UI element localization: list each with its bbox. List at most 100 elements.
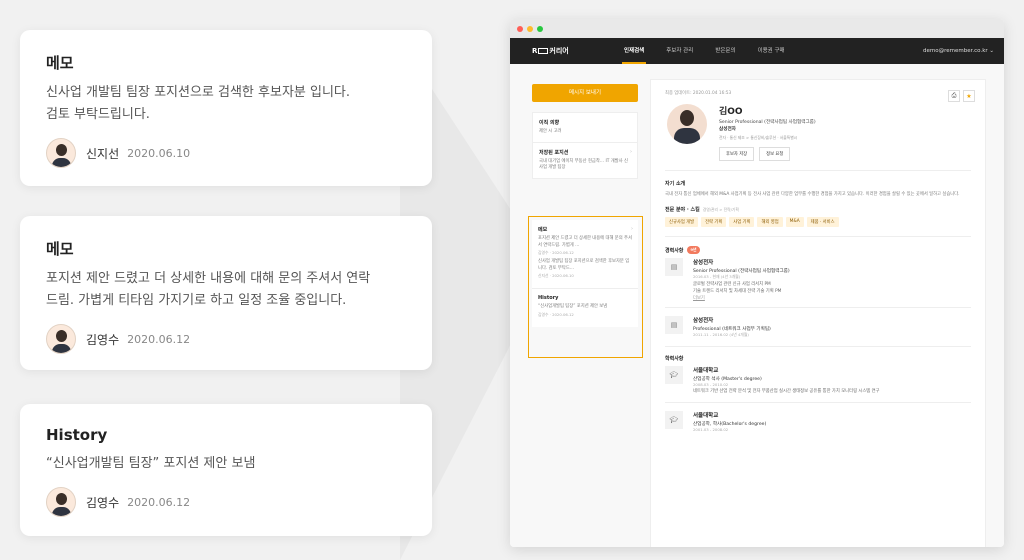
memo-card-1: 메모 신사업 개발팀 팀장 포지션으로 검색한 후보자분 입니다. 검토 부탁드…	[20, 30, 432, 186]
avatar	[46, 324, 76, 354]
profile-buttons: 후보자 저장 정보 요청	[719, 147, 816, 161]
career-desc: 기술 트렌드 리서치 및 차세대 전략 기술 기획 PM	[693, 288, 782, 294]
card-text-line: 포지션 제안 드렸고 더 상세한 내용에 대해 문의 주셔서 연락	[46, 271, 371, 286]
skills-title-label: 전문 분야 · 스킬	[665, 207, 700, 213]
avatar	[46, 138, 76, 168]
divider	[665, 170, 971, 171]
graduation-cap-icon: 🎓︎	[665, 366, 683, 384]
career-years-badge: 9년	[687, 246, 700, 254]
history-card: History “신사업개발팀 팀장” 포지션 제안 보냄 김영수 2020.0…	[20, 404, 432, 536]
close-dot[interactable]	[517, 25, 523, 32]
education-title: 학력사항	[665, 356, 684, 362]
divider	[665, 236, 971, 237]
candidate-company: 삼성전자	[719, 127, 736, 132]
intro-title: 자기 소개	[665, 181, 686, 187]
sidebar-intent-text: 제안 시 고려	[539, 129, 562, 134]
skill-chip: 사업 기획	[729, 217, 755, 227]
avatar	[46, 487, 76, 517]
education-period: 2001.03 - 2008.02	[693, 426, 729, 432]
profile-panel: 최종 업데이트: 2020.01.04 16:53 ⎙ ★ 김OO Senior…	[650, 79, 986, 547]
career-entry: ▤ 삼성전자 Professional (네트워크 사업부 기획팀) 2011.…	[665, 316, 971, 347]
author-name: 김영수	[86, 332, 120, 347]
skill-chips: 신규사업 개발 전략 기획 사업 기획 해외 영업 M&A 제품 · 서비스	[665, 217, 971, 227]
profile-header: 김OO Senior Professional (전략사업팀 사업협력그룹) 삼…	[665, 104, 971, 161]
briefcase-icon: ▤	[665, 316, 683, 334]
author-date: 2020.06.12	[127, 332, 191, 346]
logo-mark: R	[532, 47, 538, 55]
author-name: 김영수	[86, 495, 120, 510]
sidebar-saved-title: 저장된 포지션	[539, 149, 569, 156]
skills-subtitle: 경영/관리 > 전략/기획	[702, 206, 739, 212]
profile-info: 김OO Senior Professional (전략사업팀 사업협력그룹) 삼…	[719, 104, 816, 161]
career-title: 경력사항 9년	[665, 246, 971, 254]
card-title: History	[46, 426, 108, 444]
graduation-cap-icon: 🎓︎	[665, 410, 683, 429]
card-text-line: 신사업 개발팀 팀장 포지션으로 검색한 후보자분 입니다.	[46, 85, 351, 100]
memo-card-2: 메모 포지션 제안 드렸고 더 상세한 내용에 대해 문의 주셔서 연락 드림.…	[20, 216, 432, 370]
education-entry-body: 서울대학교 산업공학, 학사(Bachelor's degree) 2001.0…	[693, 411, 766, 434]
tab-inquiries[interactable]: 받은문의	[715, 38, 735, 64]
memo-highlight-frame	[528, 216, 643, 358]
card-text-line: 드림. 가볍게 티타임 가지기로 하고 일정 조율 중입니다.	[46, 293, 347, 308]
career-company: 삼성전자	[693, 260, 714, 266]
card-title: 메모	[46, 240, 74, 258]
logo-text: 커리어	[549, 47, 569, 55]
candidate-title: Senior Professional (전략사업팀 사업협력그룹)	[719, 120, 816, 125]
account-menu[interactable]: demo@remember.co.kr ⌄	[923, 38, 994, 64]
avatar	[667, 104, 707, 144]
career-entry-body: 삼성전자 Senior Professional (전략사업팀 사업협력그룹) …	[693, 258, 790, 301]
sidebar-intent[interactable]: 이직 의향 제안 시 고려	[533, 113, 637, 143]
card-author: 김영수 2020.06.12	[46, 487, 406, 517]
candidate-name: 김OO	[719, 107, 743, 117]
education-period: 2008.03 - 2010.02	[693, 382, 729, 387]
top-navbar: R 커리어 인재검색 후보자 관리 받은문의 이용권 구매 demo@remem…	[510, 38, 1004, 64]
print-icon[interactable]: ⎙	[948, 90, 960, 102]
sidebar-saved-text: 국내 대기업 에이치 부동산 현금착… IT 개발사 신사업 개발 팀장	[539, 158, 628, 171]
briefcase-icon: ▤	[665, 258, 683, 276]
career-entry: ▤ 삼성전자 Senior Professional (전략사업팀 사업협력그룹…	[665, 258, 971, 308]
education-desc: 네트워크 기반 산업 전략 분석 및 전자 부품산업 실시간 생태정보 공유를 …	[693, 389, 880, 394]
sidebar-saved-positions[interactable]: › 저장된 포지션 국내 대기업 에이치 부동산 현금착… IT 개발사 신사업…	[533, 143, 637, 178]
intro-text: 국내 전자 통신 업체에서 해외 M&A 사업기획 등 전사 사업 관련 다양한…	[665, 192, 960, 197]
skill-chip: 제품 · 서비스	[806, 217, 839, 227]
tab-talent-search[interactable]: 인재검색	[621, 38, 647, 64]
skill-chip: 신규사업 개발	[665, 217, 699, 227]
author-date: 2020.06.12	[127, 495, 191, 509]
tab-candidates[interactable]: 후보자 관리	[666, 38, 693, 64]
more-link[interactable]: 더보기	[693, 295, 790, 301]
skill-chip: M&A	[785, 217, 804, 227]
card-text-line: “신사업개발팀 팀장” 포지션 제안 보냄	[46, 456, 256, 471]
education-entry: 🎓︎ 서울대학교 산업공학 석사 (Master's degree) 2008.…	[665, 366, 971, 403]
career-title-label: 경력사항	[665, 247, 684, 254]
logo[interactable]: R 커리어	[532, 46, 624, 56]
education-entry-body: 서울대학교 산업공학 석사 (Master's degree) 2008.03 …	[693, 366, 880, 396]
request-info-button[interactable]: 정보 요청	[759, 147, 791, 161]
browser-window: R 커리어 인재검색 후보자 관리 받은문의 이용권 구매 demo@remem…	[510, 19, 1004, 547]
maximize-dot[interactable]	[537, 25, 543, 32]
card-text-line: 검토 부탁드립니다.	[46, 107, 150, 122]
send-message-button[interactable]: 메시지 보내기	[532, 84, 638, 102]
career-period: 2011.11 - 2016.02 (4년 4개월)	[693, 332, 749, 337]
card-author: 김영수 2020.06.12	[46, 324, 406, 354]
skills-title: 전문 분야 · 스킬 경영/관리 > 전략/기획	[665, 206, 971, 214]
skill-chip: 전략 기획	[701, 217, 727, 227]
career-company: 삼성전자	[693, 318, 714, 324]
minimize-dot[interactable]	[527, 25, 533, 32]
author-date: 2020.06.10	[127, 146, 191, 160]
education-entry: 🎓︎ 서울대학교 산업공학, 학사(Bachelor's degree) 200…	[665, 410, 971, 440]
tab-purchase[interactable]: 이용권 구매	[758, 38, 785, 64]
last-updated: 최종 업데이트: 2020.01.04 16:53	[665, 91, 732, 96]
account-email: demo@remember.co.kr	[923, 48, 988, 54]
star-icon[interactable]: ★	[963, 90, 975, 102]
page-content: 메시지 보내기 이직 의향 제안 시 고려 › 저장된 포지션 국내 대기업 에…	[510, 64, 1004, 547]
education-school: 서울대학교	[693, 368, 719, 374]
chevron-down-icon: ⌄	[989, 48, 994, 54]
career-period: 2016.03 - 현재 (4년 3개월)	[693, 274, 741, 279]
career-entry-body: 삼성전자 Professional (네트워크 사업부 기획팀) 2011.11…	[693, 316, 771, 340]
save-candidate-button[interactable]: 후보자 저장	[719, 147, 755, 161]
logo-box-icon	[538, 48, 549, 54]
sidebar-panel-top: 이직 의향 제안 시 고려 › 저장된 포지션 국내 대기업 에이치 부동산 현…	[532, 112, 638, 179]
candidate-tags: 전자 · 통신 제조 > 통신장비/솔루션 · 서울특별시	[719, 135, 798, 140]
window-titlebar	[510, 19, 1004, 38]
education-school: 서울대학교	[693, 412, 719, 419]
